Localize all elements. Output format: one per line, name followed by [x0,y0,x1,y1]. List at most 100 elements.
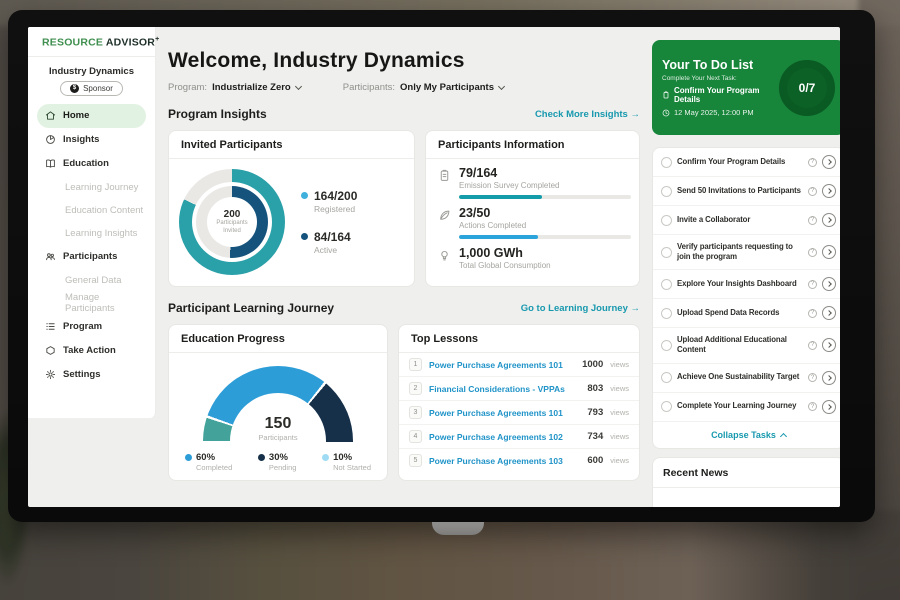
program-filter-label: Program: [168,82,207,93]
chevron-right-icon[interactable] [822,371,836,385]
card-title: Participants Information [426,131,639,159]
sidebar-item-settings[interactable]: Settings [37,363,146,387]
todo-item[interactable]: Upload Additional Educational Content ? [653,328,840,363]
todo-item[interactable]: Send 50 Invitations to Participants ? [653,177,840,206]
learning-cards-row: Education Progress 150 Participants 60% … [168,324,640,481]
todo-item[interactable]: Invite a Collaborator ? [653,206,840,235]
gauge-center-value: 150 [203,415,353,433]
section-title: Program Insights [168,107,267,121]
recent-news-title: Recent News [653,458,840,488]
checkbox-icon[interactable] [661,308,672,319]
todo-item[interactable]: Confirm Your Program Details ? [653,148,840,177]
desk-scene: RESOURCE ADVISOR+ Industry Dynamics $ Sp… [0,0,900,600]
sidebar-item-label: Take Action [63,345,116,356]
checkbox-icon[interactable] [661,247,672,258]
sidebar-item-home[interactable]: Home [37,104,146,128]
lesson-link[interactable]: Financial Considerations - VPPAs [429,384,580,394]
legend-dot [301,233,308,240]
stat-label: Actions Completed [459,221,631,230]
help-icon[interactable]: ? [808,158,817,167]
lesson-rank: 4 [409,430,422,443]
help-icon[interactable]: ? [808,187,817,196]
chevron-right-icon[interactable] [822,245,836,259]
help-icon[interactable]: ? [808,373,817,382]
donut-legend: 164/200 Registered 84/164 Active [301,189,357,255]
todo-item-label: Verify participants requesting to join t… [677,242,803,262]
checkbox-icon[interactable] [661,401,672,412]
todo-title: Your To Do List [662,58,773,72]
legend-value: 164/200 [314,189,357,203]
sidebar-item-learning-journey[interactable]: Learning Journey [37,176,146,199]
page-title: Welcome, Industry Dynamics [168,49,640,73]
sidebar-item-general-data[interactable]: General Data [37,269,146,292]
chevron-right-icon[interactable] [822,306,836,320]
gauge-center-label: 150 Participants [203,415,353,442]
todo-item[interactable]: Upload Spend Data Records ? [653,299,840,328]
main-content: Welcome, Industry Dynamics Program: Indu… [168,27,640,481]
gear-icon [45,369,56,380]
lesson-link[interactable]: Power Purchase Agreements 103 [429,456,580,466]
sidebar-item-learning-insights[interactable]: Learning Insights [37,222,146,245]
sidebar-item-participants[interactable]: Participants [37,245,146,269]
lesson-link[interactable]: Power Purchase Agreements 101 [429,408,580,418]
sidebar-item-insights[interactable]: Insights [37,128,146,152]
todo-item[interactable]: Verify participants requesting to join t… [653,235,840,270]
sidebar-item-take-action[interactable]: Take Action [37,339,146,363]
help-icon[interactable]: ? [808,309,817,318]
lesson-views: 793 [587,407,603,418]
stat-emission-survey: 79/164 Emission Survey Completed [426,159,639,199]
todo-item-label: Explore Your Insights Dashboard [677,279,803,289]
help-icon[interactable]: ? [808,341,817,350]
checkbox-icon[interactable] [661,340,672,351]
checkbox-icon[interactable] [661,279,672,290]
sidebar-item-program[interactable]: Program [37,315,146,339]
lesson-rank: 1 [409,358,422,371]
chevron-up-icon [780,432,787,439]
lesson-row: 1 Power Purchase Agreements 101 1000 vie… [399,353,639,377]
todo-item[interactable]: Complete Your Learning Journey ? [653,393,840,422]
help-icon[interactable]: ? [808,216,817,225]
program-dropdown[interactable]: Program: Industrialize Zero [168,82,301,93]
sidebar-item-education[interactable]: Education [37,152,146,176]
checkbox-icon[interactable] [661,186,672,197]
collapse-tasks-link[interactable]: Collapse Tasks [653,422,840,448]
todo-item[interactable]: Explore Your Insights Dashboard ? [653,270,840,299]
card-title: Invited Participants [169,131,414,159]
sidebar-nav: Home Insights Education Learning Journey… [28,104,155,387]
legend-value: 84/164 [314,230,351,244]
todo-item[interactable]: Achieve One Sustainability Target ? [653,364,840,393]
action-icon [45,345,56,356]
stat-value: 79/164 [459,166,631,180]
organization-name: Industry Dynamics [28,63,155,81]
participants-dropdown[interactable]: Participants: Only My Participants [343,82,504,93]
help-icon[interactable]: ? [808,402,817,411]
chevron-right-icon[interactable] [822,155,836,169]
app-logo: RESOURCE ADVISOR+ [28,27,155,56]
todo-list: Confirm Your Program Details ? Send 50 I… [652,147,840,449]
chevron-right-icon[interactable] [822,400,836,414]
lesson-link[interactable]: Power Purchase Agreements 101 [429,360,575,370]
todo-item-label: Upload Additional Educational Content [677,335,803,355]
sidebar-item-label: Participants [63,251,117,262]
sidebar-item-education-content[interactable]: Education Content [37,199,146,222]
help-icon[interactable]: ? [808,248,817,257]
chevron-right-icon[interactable] [822,213,836,227]
chevron-right-icon[interactable] [822,184,836,198]
checkbox-icon[interactable] [661,372,672,383]
chevron-right-icon[interactable] [822,338,836,352]
education-progress-card: Education Progress 150 Participants 60% … [168,324,388,481]
help-icon[interactable]: ? [808,280,817,289]
go-to-learning-journey-link[interactable]: Go to Learning Journey → [521,303,640,314]
divider [28,56,155,57]
sidebar-item-manage-participants[interactable]: Manage Participants [37,292,146,315]
check-more-insights-link[interactable]: Check More Insights → [535,109,640,120]
lesson-link[interactable]: Power Purchase Agreements 102 [429,432,580,442]
chevron-right-icon[interactable] [822,277,836,291]
lesson-views: 734 [587,431,603,442]
sidebar: RESOURCE ADVISOR+ Industry Dynamics $ Sp… [28,27,156,418]
checkbox-icon[interactable] [661,215,672,226]
legend-dot [301,192,308,199]
stat-label: Emission Survey Completed [459,181,631,190]
checkbox-icon[interactable] [661,157,672,168]
legend-item-completed: 60% Completed [185,452,232,472]
